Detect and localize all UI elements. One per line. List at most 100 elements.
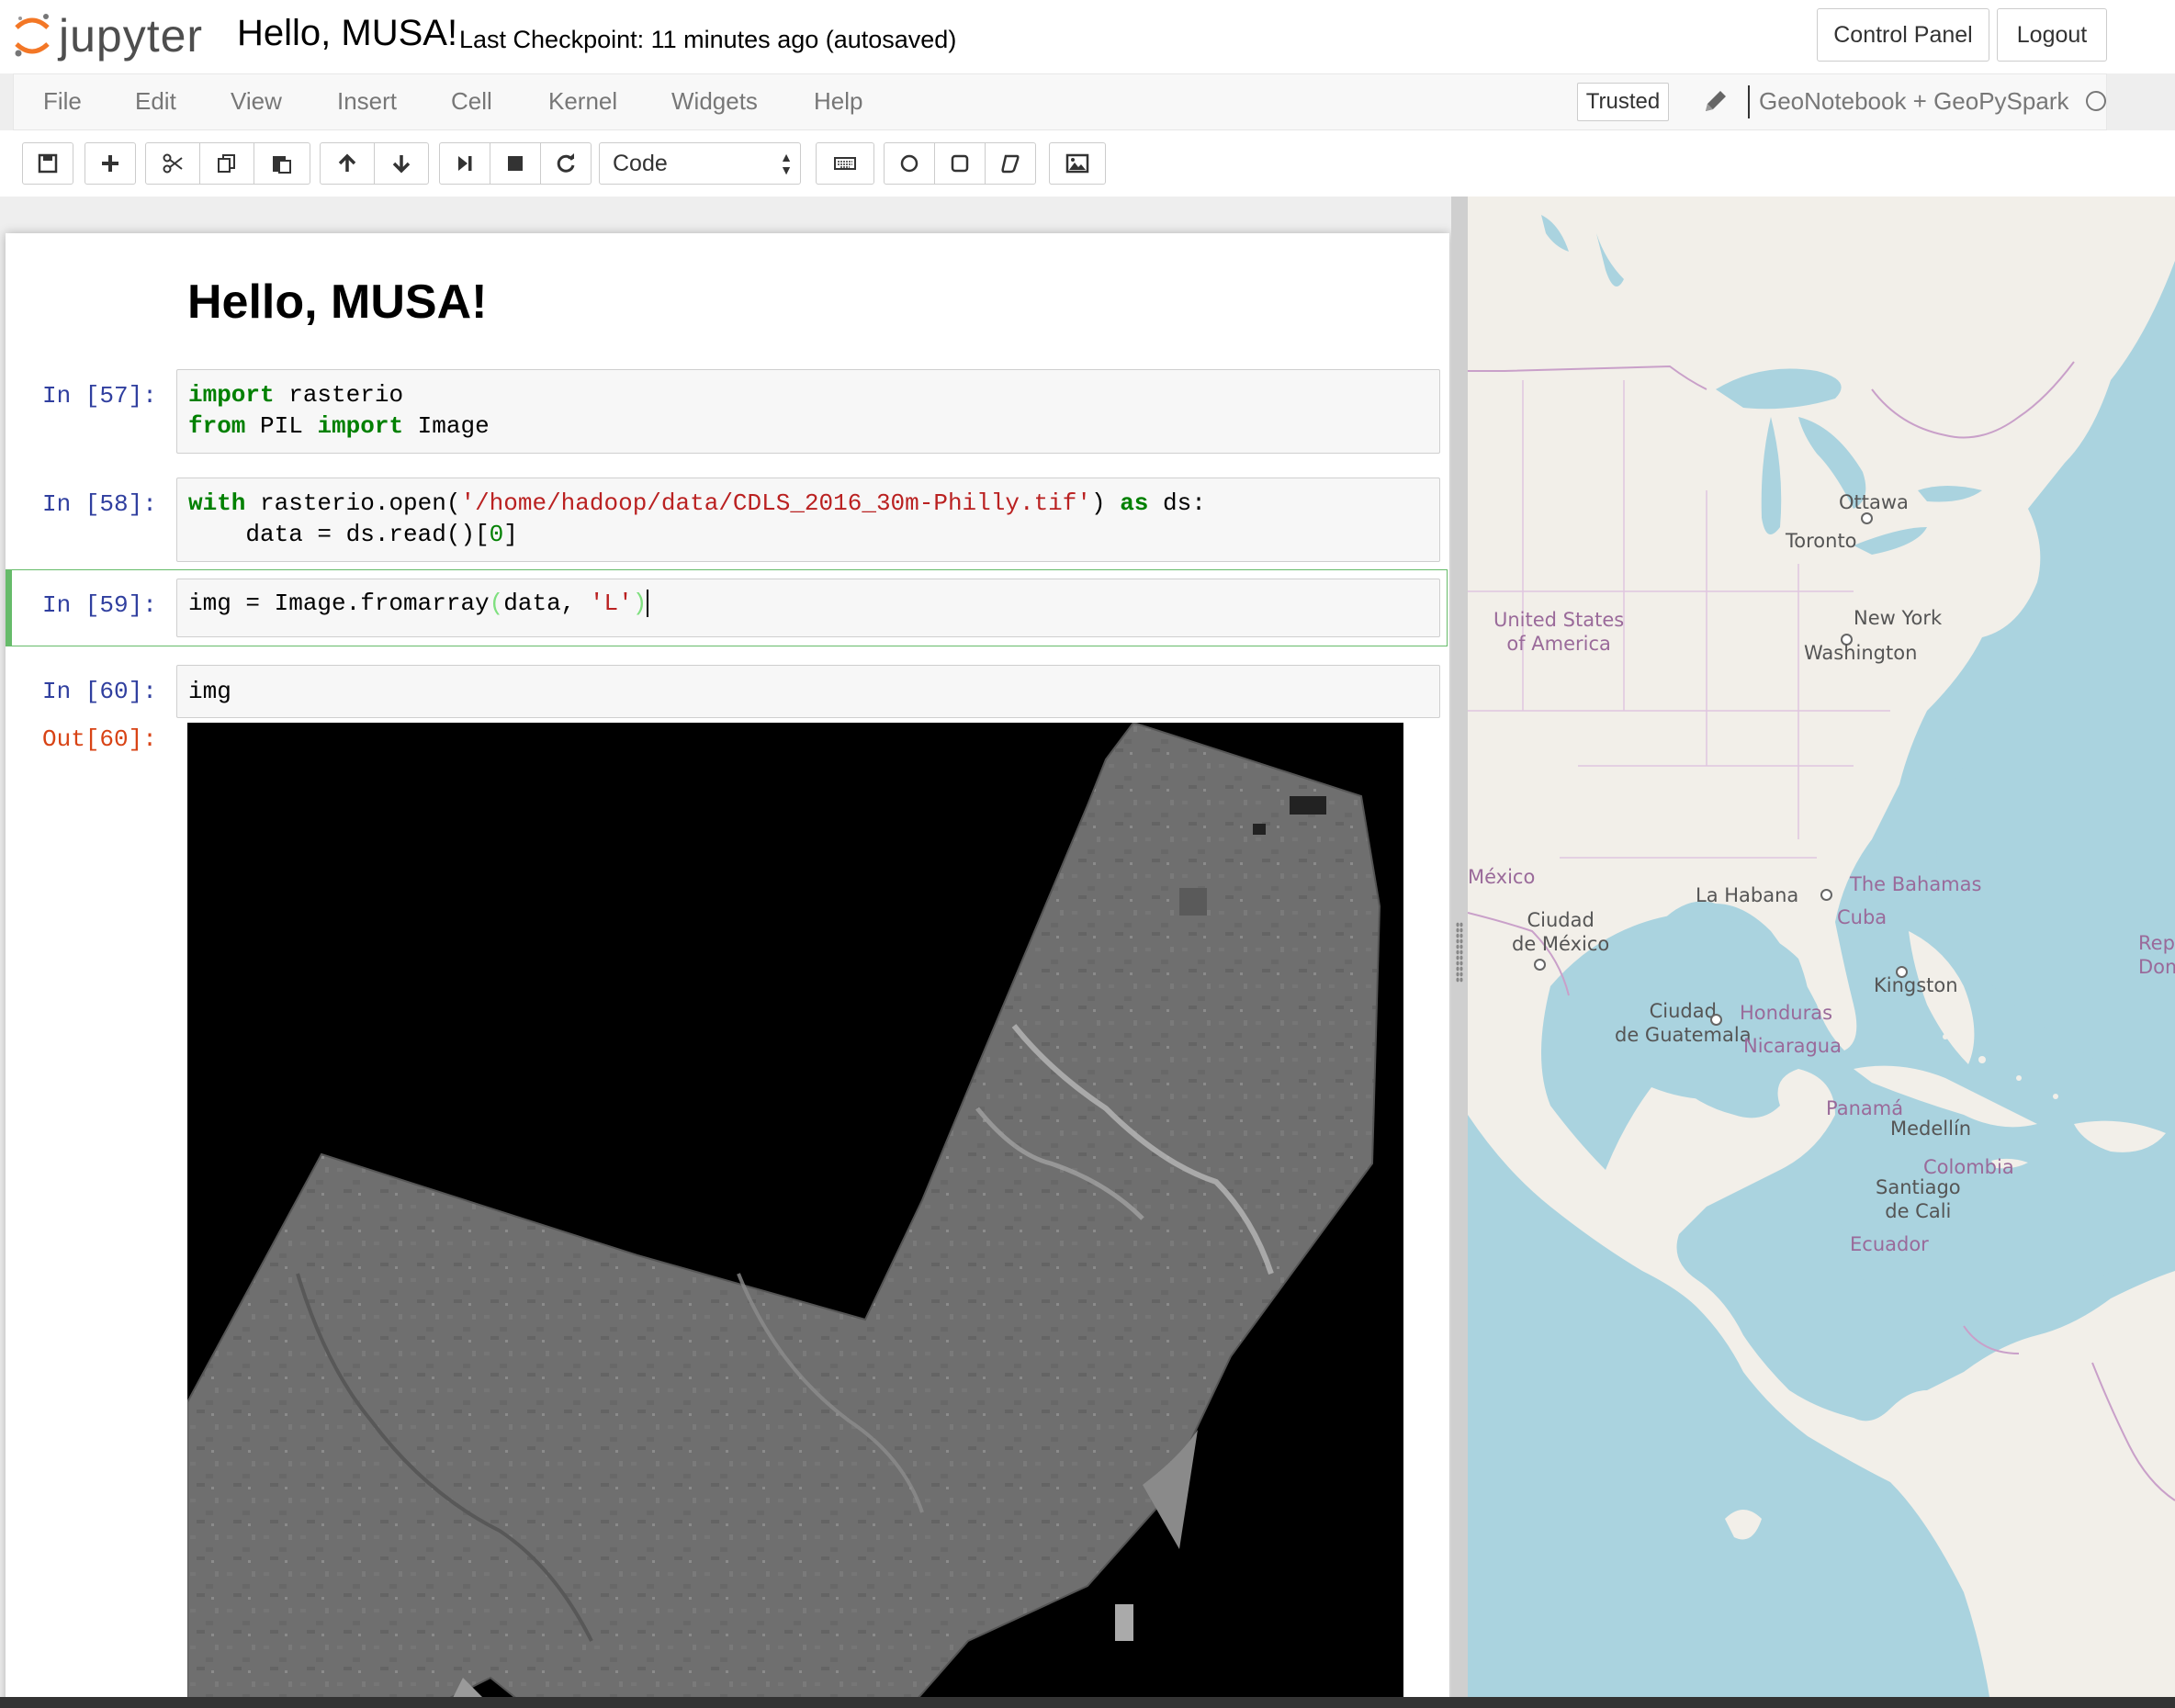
notebook-container: Hello, MUSA! In [57]: import rasterio fr… [6,233,1449,1708]
code-cell-59[interactable]: In [59]: img = Image.fromarray(data, 'L'… [6,569,1449,646]
map-label-new-york: New York [1854,607,1943,629]
markdown-heading[interactable]: Hello, MUSA! [187,275,487,330]
map-label-guatemala-text: Ciudad de Guatemala [1615,1000,1752,1046]
square-icon [951,154,969,173]
notebook-name[interactable]: Hello, MUSA! [237,13,457,54]
scissors-icon [163,153,183,174]
code-cell-60[interactable]: In [60]: img [6,657,1449,722]
select-arrows-icon: ▲ ▼ [780,150,793,177]
restart-button[interactable] [540,142,592,185]
menu-view[interactable]: View [231,87,282,116]
copy-icon [218,154,235,173]
map-label-ecuador: Ecuador [1850,1233,1929,1255]
toolbar: Code ▲ ▼ [0,130,2175,197]
code-token: data = ds.read()[ [188,521,490,548]
cell-type-select[interactable]: Code ▲ ▼ [599,142,801,185]
map-label-cuba: Cuba [1837,906,1888,928]
pencil-icon[interactable] [1700,85,1728,117]
geonotebook-map[interactable]: United States of America Ottawa Toronto … [1468,197,2175,1708]
code-token: 'L' [589,590,633,617]
splitter-grip-icon[interactable] [1456,922,1463,983]
code-cell-58[interactable]: In [58]: with rasterio.open('/home/hadoo… [6,470,1449,562]
map-city-marker [1710,1014,1722,1026]
code-token: 0 [489,521,504,548]
code-input[interactable]: img = Image.fromarray(data, 'L') [176,579,1440,637]
map-label-usa-text: United States of America [1493,609,1625,655]
geonotebook-polygon-button[interactable] [985,142,1036,185]
checkpoint-status: Last Checkpoint: 11 minutes ago (autosav… [459,26,957,53]
map-label-ottawa: Ottawa [1839,491,1909,513]
menu-widgets[interactable]: Widgets [671,87,758,116]
cell-type-value: Code [613,151,668,176]
code-token: ds: [1148,489,1206,517]
code-token: img = Image.fromarray [188,590,490,617]
refresh-icon [557,153,575,173]
insert-cell-button[interactable] [85,142,136,185]
cut-button[interactable] [145,142,200,185]
map-label-honduras: Honduras [1740,1002,1833,1024]
code-token: as [1120,489,1149,517]
panel-splitter[interactable] [1451,197,1468,1708]
notebook-area[interactable]: Hello, MUSA! In [57]: import rasterio fr… [0,197,1451,1708]
logout-button[interactable]: Logout [1997,8,2107,62]
map-city-marker [1534,959,1546,971]
code-token: data, [503,590,590,617]
plus-icon [102,155,118,172]
code-token: ] [503,521,518,548]
map-label-medellin: Medellín [1890,1118,1972,1140]
code-token: rasterio.open( [245,489,461,517]
code-input[interactable]: with rasterio.open('/home/hadoop/data/CD… [176,478,1440,562]
code-token: ) [632,590,648,617]
polygon-icon [1001,154,1020,174]
jupyter-logo-icon [15,14,50,57]
stop-icon [508,156,523,171]
kernel-separator [1748,85,1750,118]
interrupt-button[interactable] [490,142,541,185]
code-cell-57[interactable]: In [57]: import rasterio from PIL import… [6,362,1449,454]
command-palette-button[interactable] [816,142,874,185]
keyboard-icon [834,157,856,170]
menu-edit[interactable]: Edit [135,87,176,116]
trusted-indicator[interactable]: Trusted [1577,83,1669,121]
map-label-washington: Washington [1804,642,1918,664]
code-input[interactable]: img [176,665,1440,718]
code-token: import [188,381,275,409]
output-prompt: Out[60]: [42,725,157,753]
menu-cell[interactable]: Cell [451,87,492,116]
map-label-dominican-republic-text: Repú Domi [2138,932,2175,978]
bottom-edge-bar [0,1697,2175,1708]
geonotebook-rectangle-button[interactable] [934,142,986,185]
logo-wordmark: jupyter [59,10,204,62]
geonotebook-circle-button[interactable] [884,142,935,185]
menu-help[interactable]: Help [814,87,862,116]
map-label-guatemala: Ciudad de Guatemala [1615,999,1752,1047]
map-label-mexico: México [1468,866,1536,888]
raster-image-graphic [187,723,1381,1708]
input-prompt: In [59]: [42,591,157,619]
code-input[interactable]: import rasterio from PIL import Image [176,369,1440,454]
move-down-button[interactable] [374,142,429,185]
code-token: ) [1090,489,1121,517]
menu-kernel[interactable]: Kernel [548,87,617,116]
map-label-cali-text: Santiago de Cali [1876,1176,1961,1222]
move-up-button[interactable] [320,142,375,185]
map-label-dominican-republic: Repú Domi [2138,931,2175,979]
code-token: rasterio [274,381,404,409]
menu-file[interactable]: File [43,87,82,116]
paste-icon [273,156,291,174]
map-label-cali: Santiago de Cali [1876,1175,1961,1223]
circle-icon [900,154,918,173]
run-button[interactable] [439,142,490,185]
code-token: import [317,412,404,440]
map-label-nicaragua: Nicaragua [1743,1035,1842,1057]
save-button[interactable] [22,142,73,185]
menu-insert[interactable]: Insert [337,87,397,116]
kernel-idle-icon [2086,91,2106,111]
paste-button[interactable] [254,142,310,185]
jupyter-logo[interactable]: jupyter [11,7,213,62]
map-city-marker [1820,889,1832,901]
geonotebook-image-button[interactable] [1049,142,1106,185]
control-panel-button[interactable]: Control Panel [1817,8,1989,62]
code-token: Image [403,412,490,440]
copy-button[interactable] [199,142,254,185]
